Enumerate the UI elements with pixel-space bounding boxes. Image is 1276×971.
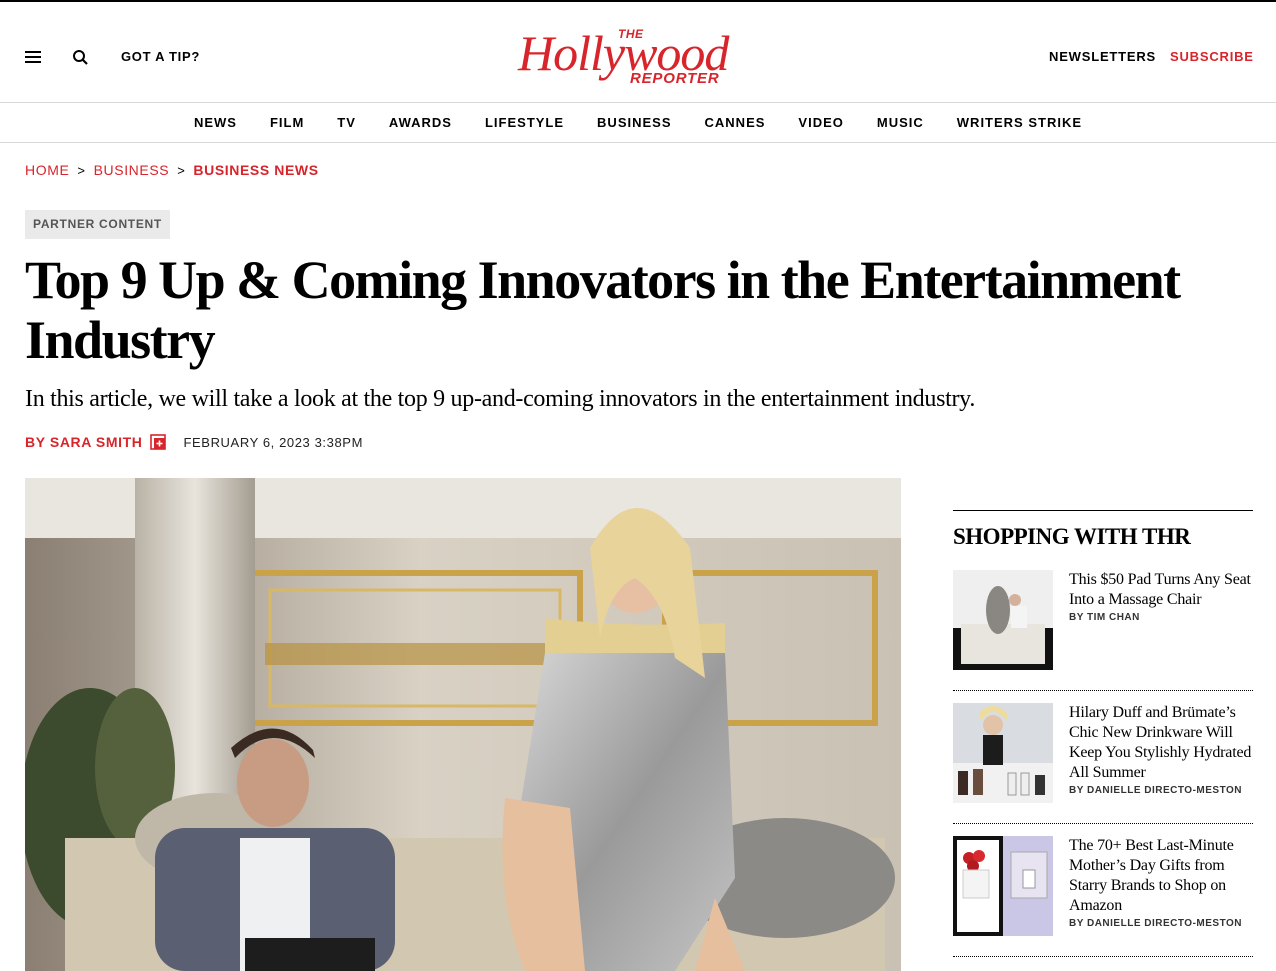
card-divider — [953, 956, 1253, 957]
card-thumbnail[interactable] — [953, 836, 1053, 936]
card-title[interactable]: The 70+ Best Last-Minute Mother’s Day Gi… — [1069, 836, 1255, 916]
hero-photo[interactable] — [25, 478, 901, 971]
sidebar-title: SHOPPING WITH THR — [953, 524, 1191, 549]
nav-item-lifestyle[interactable]: LIFESTYLE — [485, 115, 564, 130]
menu-icon[interactable] — [25, 51, 41, 63]
breadcrumb-business[interactable]: BUSINESS — [94, 162, 170, 178]
card-title[interactable]: Hilary Duff and Brümate’s Chic New Drink… — [1069, 703, 1255, 783]
newsletters-link[interactable]: NEWSLETTERS — [1049, 49, 1156, 64]
partner-content-badge: PARTNER CONTENT — [25, 210, 170, 239]
card-thumbnail[interactable] — [953, 703, 1053, 803]
card-author[interactable]: BY DANIELLE DIRECTO-MESTON — [1069, 918, 1255, 929]
nav-item-music[interactable]: MUSIC — [877, 115, 924, 130]
nav-item-writers-strike[interactable]: WRITERS STRIKE — [957, 115, 1082, 130]
nav-item-business[interactable]: BUSINESS — [597, 115, 671, 130]
article-headline: Top 9 Up & Coming Innovators in the Ente… — [25, 250, 1181, 370]
card-author[interactable]: BY DANIELLE DIRECTO-MESTON — [1069, 785, 1255, 796]
nav-item-tv[interactable]: TV — [337, 115, 356, 130]
card-thumbnail[interactable] — [953, 570, 1053, 670]
site-header: GOT A TIP? Hollywood THE REPORTER NEWSLE… — [0, 2, 1276, 103]
article-dek: In this article, we will take a look at … — [25, 386, 976, 412]
card-title[interactable]: This $50 Pad Turns Any Seat Into a Massa… — [1069, 570, 1255, 610]
site-logo[interactable]: Hollywood THE REPORTER — [518, 24, 762, 88]
author-link[interactable]: BY SARA SMITH — [25, 434, 142, 450]
breadcrumb: HOME > BUSINESS > BUSINESS NEWS — [25, 162, 319, 178]
nav-item-news[interactable]: NEWS — [194, 115, 237, 130]
byline: BY SARA SMITH FEBRUARY 6, 2023 3:38PM — [25, 434, 363, 450]
card-divider — [953, 690, 1253, 691]
nav-item-awards[interactable]: AWARDS — [389, 115, 452, 130]
got-a-tip-link[interactable]: GOT A TIP? — [121, 49, 200, 64]
follow-author-icon[interactable] — [150, 434, 167, 450]
nav-item-cannes[interactable]: CANNES — [705, 115, 766, 130]
breadcrumb-business-news[interactable]: BUSINESS NEWS — [193, 162, 318, 178]
publish-date: FEBRUARY 6, 2023 3:38PM — [183, 434, 364, 450]
breadcrumb-separator: > — [77, 162, 86, 178]
nav-item-film[interactable]: FILM — [270, 115, 304, 130]
main-nav: NEWS FILM TV AWARDS LIFESTYLE BUSINESS C… — [0, 103, 1276, 143]
logo-the: THE — [618, 27, 644, 41]
card-author[interactable]: BY TIM CHAN — [1069, 612, 1255, 623]
card-divider — [953, 823, 1253, 824]
breadcrumb-home[interactable]: HOME — [25, 162, 69, 178]
logo-reporter: REPORTER — [630, 70, 720, 87]
sidebar-rule — [953, 510, 1253, 511]
breadcrumb-separator: > — [177, 162, 186, 178]
nav-item-video[interactable]: VIDEO — [798, 115, 843, 130]
search-icon[interactable] — [72, 49, 90, 67]
subscribe-link[interactable]: SUBSCRIBE — [1170, 49, 1254, 64]
